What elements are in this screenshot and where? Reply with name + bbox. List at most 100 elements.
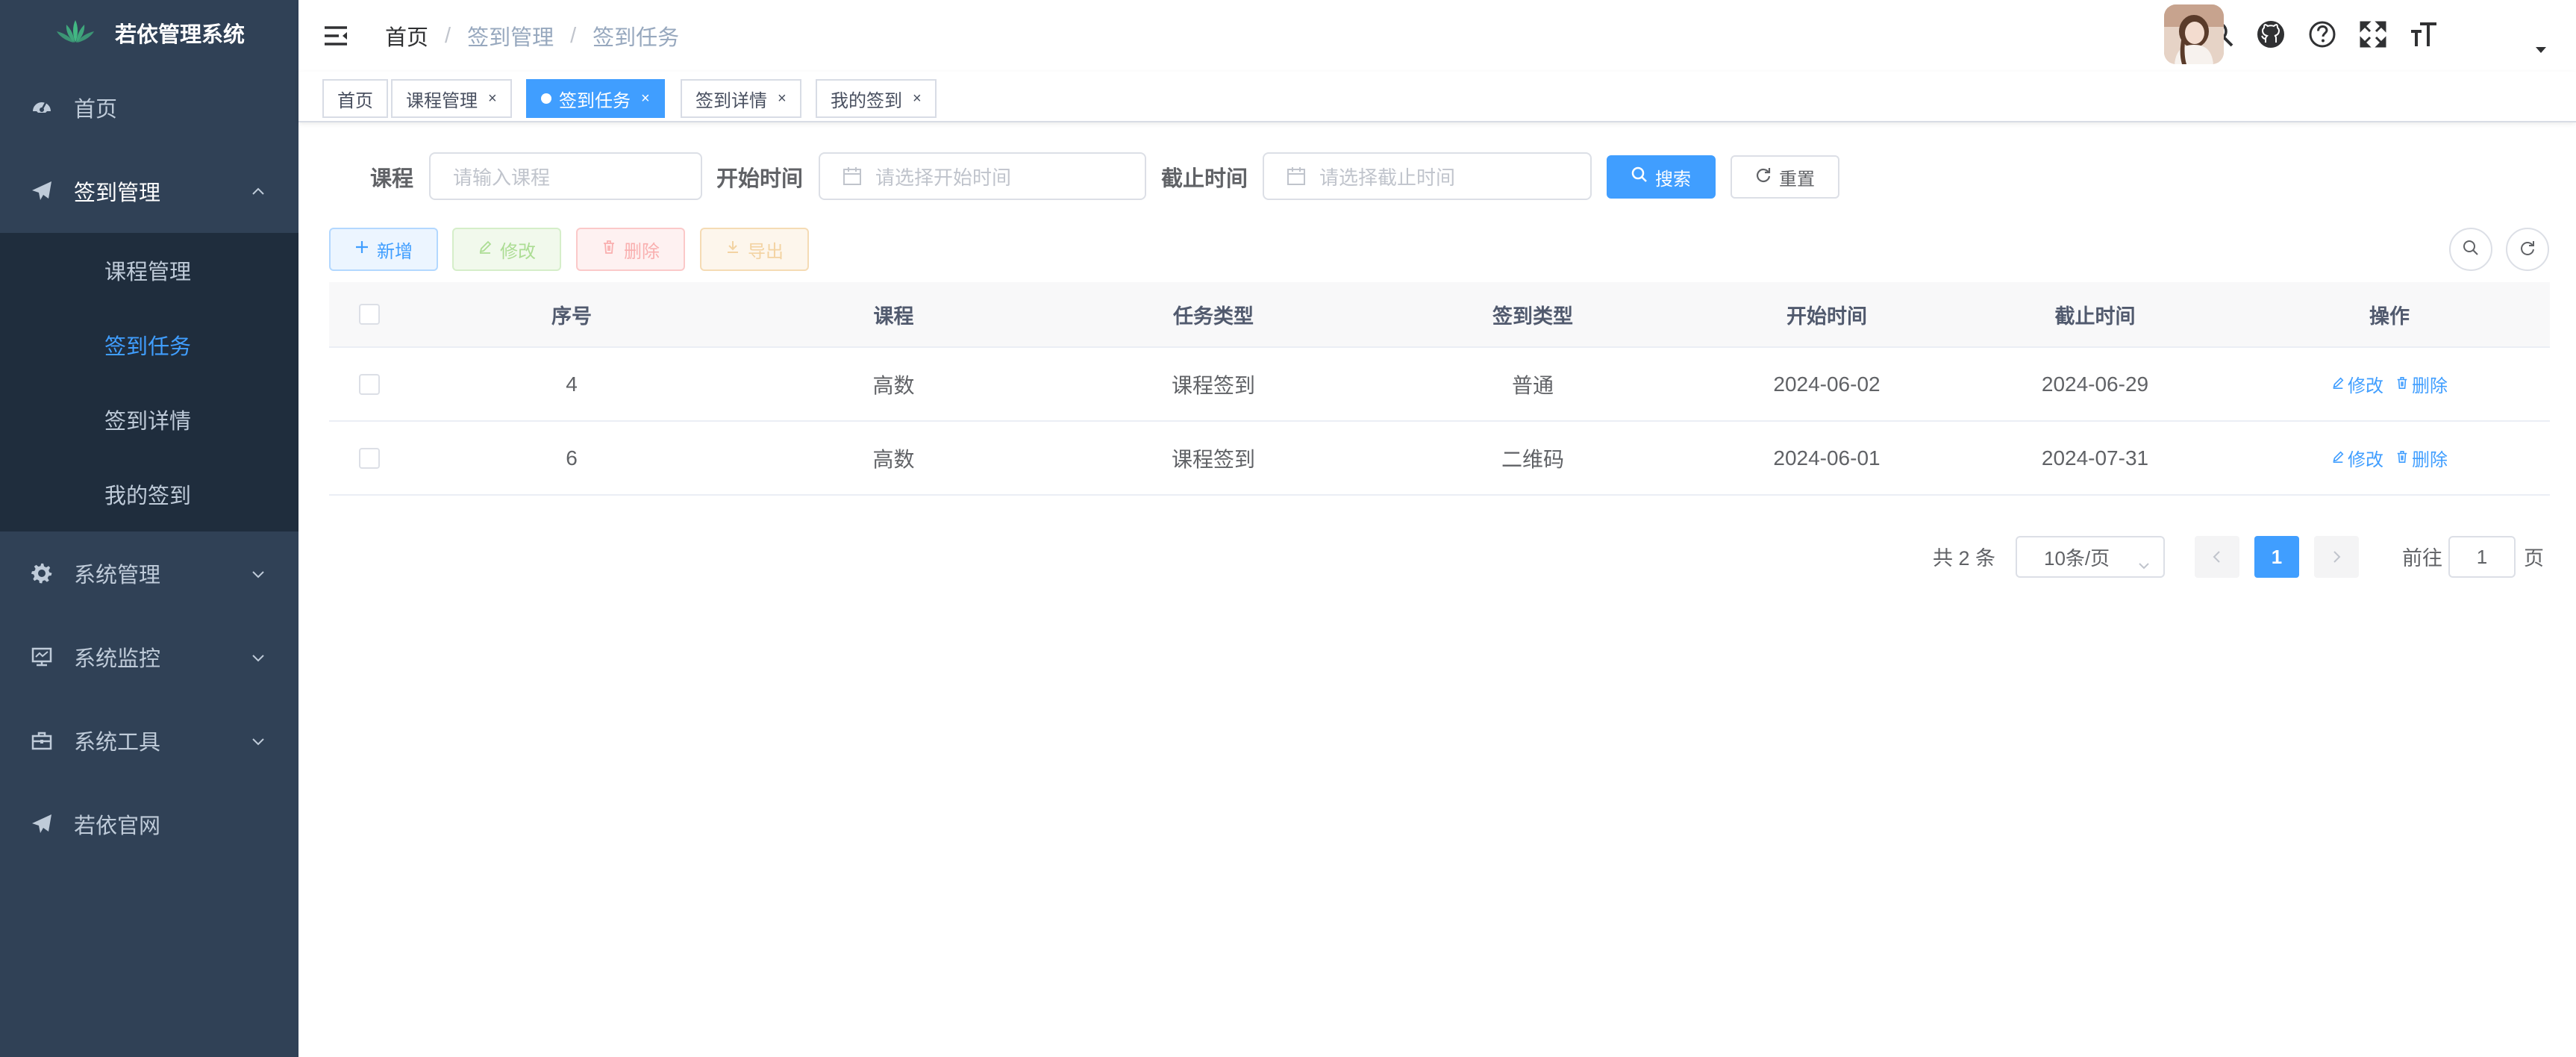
page-size-value: 10条/页 [2044,546,2110,570]
cell-sign-type: 二维码 [1501,447,1564,471]
end-time-picker[interactable]: 请选择截止时间 [1263,152,1592,200]
chevron-down-icon [2138,552,2150,576]
tag-label: 我的签到 [831,90,902,111]
sidebar-item-label: 系统工具 [74,731,161,755]
sidebar-item-sign-management[interactable]: 签到管理 [0,149,298,233]
refresh-icon [1755,166,1772,188]
edit-button-label: 修改 [500,241,536,262]
tag-home[interactable]: 首页 [322,79,388,118]
delete-button[interactable]: 删除 [576,228,685,271]
help-icon[interactable] [2306,18,2339,51]
row-checkbox[interactable] [359,447,380,469]
chevron-right-icon [2331,546,2342,569]
export-button[interactable]: 导出 [700,228,809,271]
course-input[interactable]: 请输入课程 [429,152,702,200]
reset-button[interactable]: 重置 [1731,155,1839,199]
jump-suffix: 页 [2524,547,2544,570]
tag-sign-detail[interactable]: 签到详情 × [681,79,801,118]
column-header: 开始时间 [1786,305,1867,328]
sidebar-item-ruoyi-website[interactable]: 若依官网 [0,782,298,866]
close-icon[interactable]: × [913,91,922,106]
sidebar-item-system-monitor[interactable]: 系统监控 [0,615,298,699]
next-page-button[interactable] [2314,536,2359,578]
column-header: 序号 [551,305,592,328]
sidebar-item-label: 签到管理 [74,181,161,205]
edit-icon [478,239,493,260]
dashboard-icon [30,96,54,119]
breadcrumb-home[interactable]: 首页 [385,20,428,52]
search-button[interactable]: 搜索 [1607,155,1716,199]
close-icon[interactable]: × [488,91,497,106]
page-size-select[interactable]: 10条/页 [2016,536,2165,578]
row-checkbox[interactable] [359,373,380,395]
sidebar-item-my-sign[interactable]: 我的签到 [0,457,298,531]
column-header: 签到类型 [1492,305,1573,328]
column-header: 截止时间 [2054,305,2136,328]
close-icon[interactable]: × [641,91,650,106]
active-dot-icon [541,93,551,104]
end-time-label: 截止时间 [1161,167,1248,191]
sidebar-item-course-management[interactable]: 课程管理 [0,233,298,308]
add-button-label: 新增 [377,241,413,262]
reset-button-label: 重置 [1779,169,1815,190]
table-row[interactable]: 4 高数 课程签到 普通 2024-06-02 2024-06-29 修改 删除 [329,348,2550,422]
table-row[interactable]: 6 高数 课程签到 二维码 2024-06-01 2024-07-31 修改 删… [329,422,2550,496]
edit-button[interactable]: 修改 [452,228,561,271]
refresh-icon [2519,240,2536,260]
sidebar-item-home[interactable]: 首页 [0,66,298,149]
jump-page-input[interactable]: 1 [2448,536,2516,578]
column-header: 任务类型 [1173,305,1254,328]
table-header: 序号 课程 任务类型 签到类型 开始时间 截止时间 操作 [329,282,2550,348]
breadcrumb-current: 签到任务 [593,26,680,50]
user-avatar[interactable] [2164,4,2224,64]
paper-plane-icon [30,812,54,836]
cell-end-time: 2024-07-31 [2041,446,2149,470]
caret-down-icon[interactable] [2534,45,2548,58]
jump-prefix: 前往 [2402,547,2442,570]
row-delete-label: 删除 [2412,376,2448,396]
delete-button-label: 删除 [624,241,660,262]
lotus-logo-icon [54,19,97,48]
start-time-picker[interactable]: 请选择开始时间 [819,152,1146,200]
prev-page-button[interactable] [2195,536,2239,578]
search-button-label: 搜索 [1655,169,1691,190]
toggle-search-button[interactable] [2449,228,2492,271]
cell-task-type: 课程签到 [1171,447,1255,471]
tag-label: 课程管理 [406,90,478,111]
select-all-checkbox[interactable] [359,304,380,325]
calendar-icon [1287,166,1306,186]
hamburger-icon[interactable] [322,22,349,49]
row-delete-label: 删除 [2412,450,2448,470]
tag-sign-task[interactable]: 签到任务 × [526,79,665,118]
row-edit-link[interactable]: 修改 [2331,445,2383,471]
refresh-table-button[interactable] [2506,228,2549,271]
tag-my-sign[interactable]: 我的签到 × [816,79,937,118]
breadcrumb-separator: / [445,23,451,48]
sidebar-item-label: 首页 [74,98,118,122]
close-icon[interactable]: × [778,91,787,106]
column-header: 操作 [2369,305,2410,328]
select-all-cell [329,282,410,346]
add-button[interactable]: 新增 [329,228,438,271]
sidebar-item-sign-task[interactable]: 签到任务 [0,308,298,382]
logo[interactable]: 若依管理系统 [0,0,298,66]
row-delete-link[interactable]: 删除 [2395,445,2448,471]
sidebar-item-system-management[interactable]: 系统管理 [0,531,298,615]
row-delete-link[interactable]: 删除 [2395,371,2448,397]
fullscreen-icon[interactable] [2357,18,2389,51]
start-time-placeholder: 请选择开始时间 [875,166,1012,189]
row-select-cell [329,422,410,494]
chevron-down-icon [249,648,267,666]
github-icon[interactable] [2254,18,2287,51]
monitor-icon [30,645,54,669]
tag-course-management[interactable]: 课程管理 × [391,79,512,118]
sidebar-item-sign-detail[interactable]: 签到详情 [0,382,298,457]
search-icon [2463,240,2479,260]
page-number-current[interactable]: 1 [2254,536,2299,578]
column-header: 课程 [873,305,914,328]
font-size-icon[interactable] [2407,18,2440,51]
cell-sign-type: 普通 [1511,373,1554,397]
sidebar-item-system-tools[interactable]: 系统工具 [0,699,298,782]
row-edit-link[interactable]: 修改 [2331,371,2383,397]
cell-actions: 修改 删除 [2229,348,2550,420]
